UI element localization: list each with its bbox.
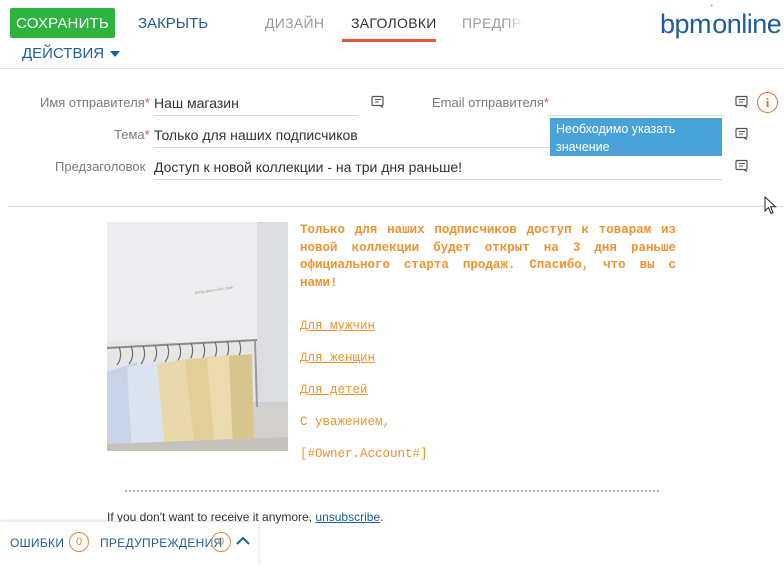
email-intro-text: Только для наших подписчиков доступ к то… (300, 222, 676, 292)
email-separator (125, 490, 659, 492)
tab-headers[interactable]: ЗАГОЛОВКИ (351, 15, 437, 31)
localize-icon[interactable] (371, 95, 385, 108)
preheader-label: Предзаголовок (55, 159, 146, 174)
unsubscribe-link[interactable]: unsubscribe (315, 510, 380, 524)
bpmonline-logo: bpm'online (660, 3, 782, 40)
mouse-cursor-icon (764, 196, 777, 215)
header-divider (0, 68, 784, 69)
required-mark: * (144, 127, 150, 142)
actions-menu-button[interactable]: ДЕЙСТВИЯ (22, 45, 121, 62)
link-women[interactable]: Для женщин (300, 351, 375, 365)
required-mark: * (543, 95, 549, 110)
logo-text-part1: bpm (660, 9, 712, 39)
section-divider (8, 206, 784, 207)
localize-icon[interactable] (735, 95, 749, 108)
tab-design[interactable]: ДИЗАЙН (265, 15, 324, 31)
sender-email-label: Email отправителя* (432, 95, 549, 110)
sender-name-label: Имя отправителя* (40, 95, 150, 110)
warnings-label[interactable]: ПРЕДУПРЕЖДЕНИЯ (100, 536, 223, 550)
link-men[interactable]: Для мужчин (300, 319, 375, 333)
active-tab-indicator (342, 39, 436, 42)
actions-label: ДЕЙСТВИЯ (22, 45, 105, 62)
validation-tooltip: Необходимо указать значение (550, 118, 722, 156)
preheader-field[interactable]: Доступ к новой коллекции - на три дня ра… (154, 156, 722, 180)
tab-preview[interactable]: ПРЕДПРОСМОТР (462, 15, 524, 31)
close-button[interactable]: ЗАКРЫТЬ (138, 15, 208, 32)
errors-count-badge: 0 (69, 532, 89, 552)
errors-label[interactable]: ОШИБКИ (10, 536, 64, 550)
localize-icon[interactable] (735, 159, 749, 172)
required-mark: * (144, 95, 150, 110)
clothing-rack-photo: living space with style (107, 222, 288, 451)
email-paragraph: Только для наших подписчиков доступ к то… (300, 223, 676, 290)
sender-email-label-text: Email отправителя (432, 95, 544, 110)
info-icon[interactable]: i (757, 92, 778, 113)
logo-text-part2: online (712, 9, 782, 39)
subject-label: Тема* (114, 127, 150, 142)
link-kids[interactable]: Для детей (300, 383, 368, 397)
save-button[interactable]: СОХРАНИТЬ (10, 8, 115, 38)
unsubscribe-suffix: . (380, 510, 384, 524)
owner-macro: [#Owner.Account#] (300, 447, 428, 461)
validation-status-bar: ОШИБКИ 0 ПРЕДУПРЕЖДЕНИЯ 0 (0, 522, 258, 566)
chevron-down-icon (110, 50, 121, 57)
sender-name-label-text: Имя отправителя (40, 95, 145, 110)
localize-icon[interactable] (735, 127, 749, 140)
email-regards: С уважением, (300, 415, 391, 429)
warnings-count-badge: 0 (211, 532, 231, 552)
sender-name-field[interactable]: Наш магазин (154, 92, 358, 116)
subject-label-text: Тема (114, 127, 145, 142)
chevron-up-icon[interactable] (236, 536, 250, 546)
sender-email-field[interactable] (550, 92, 722, 116)
